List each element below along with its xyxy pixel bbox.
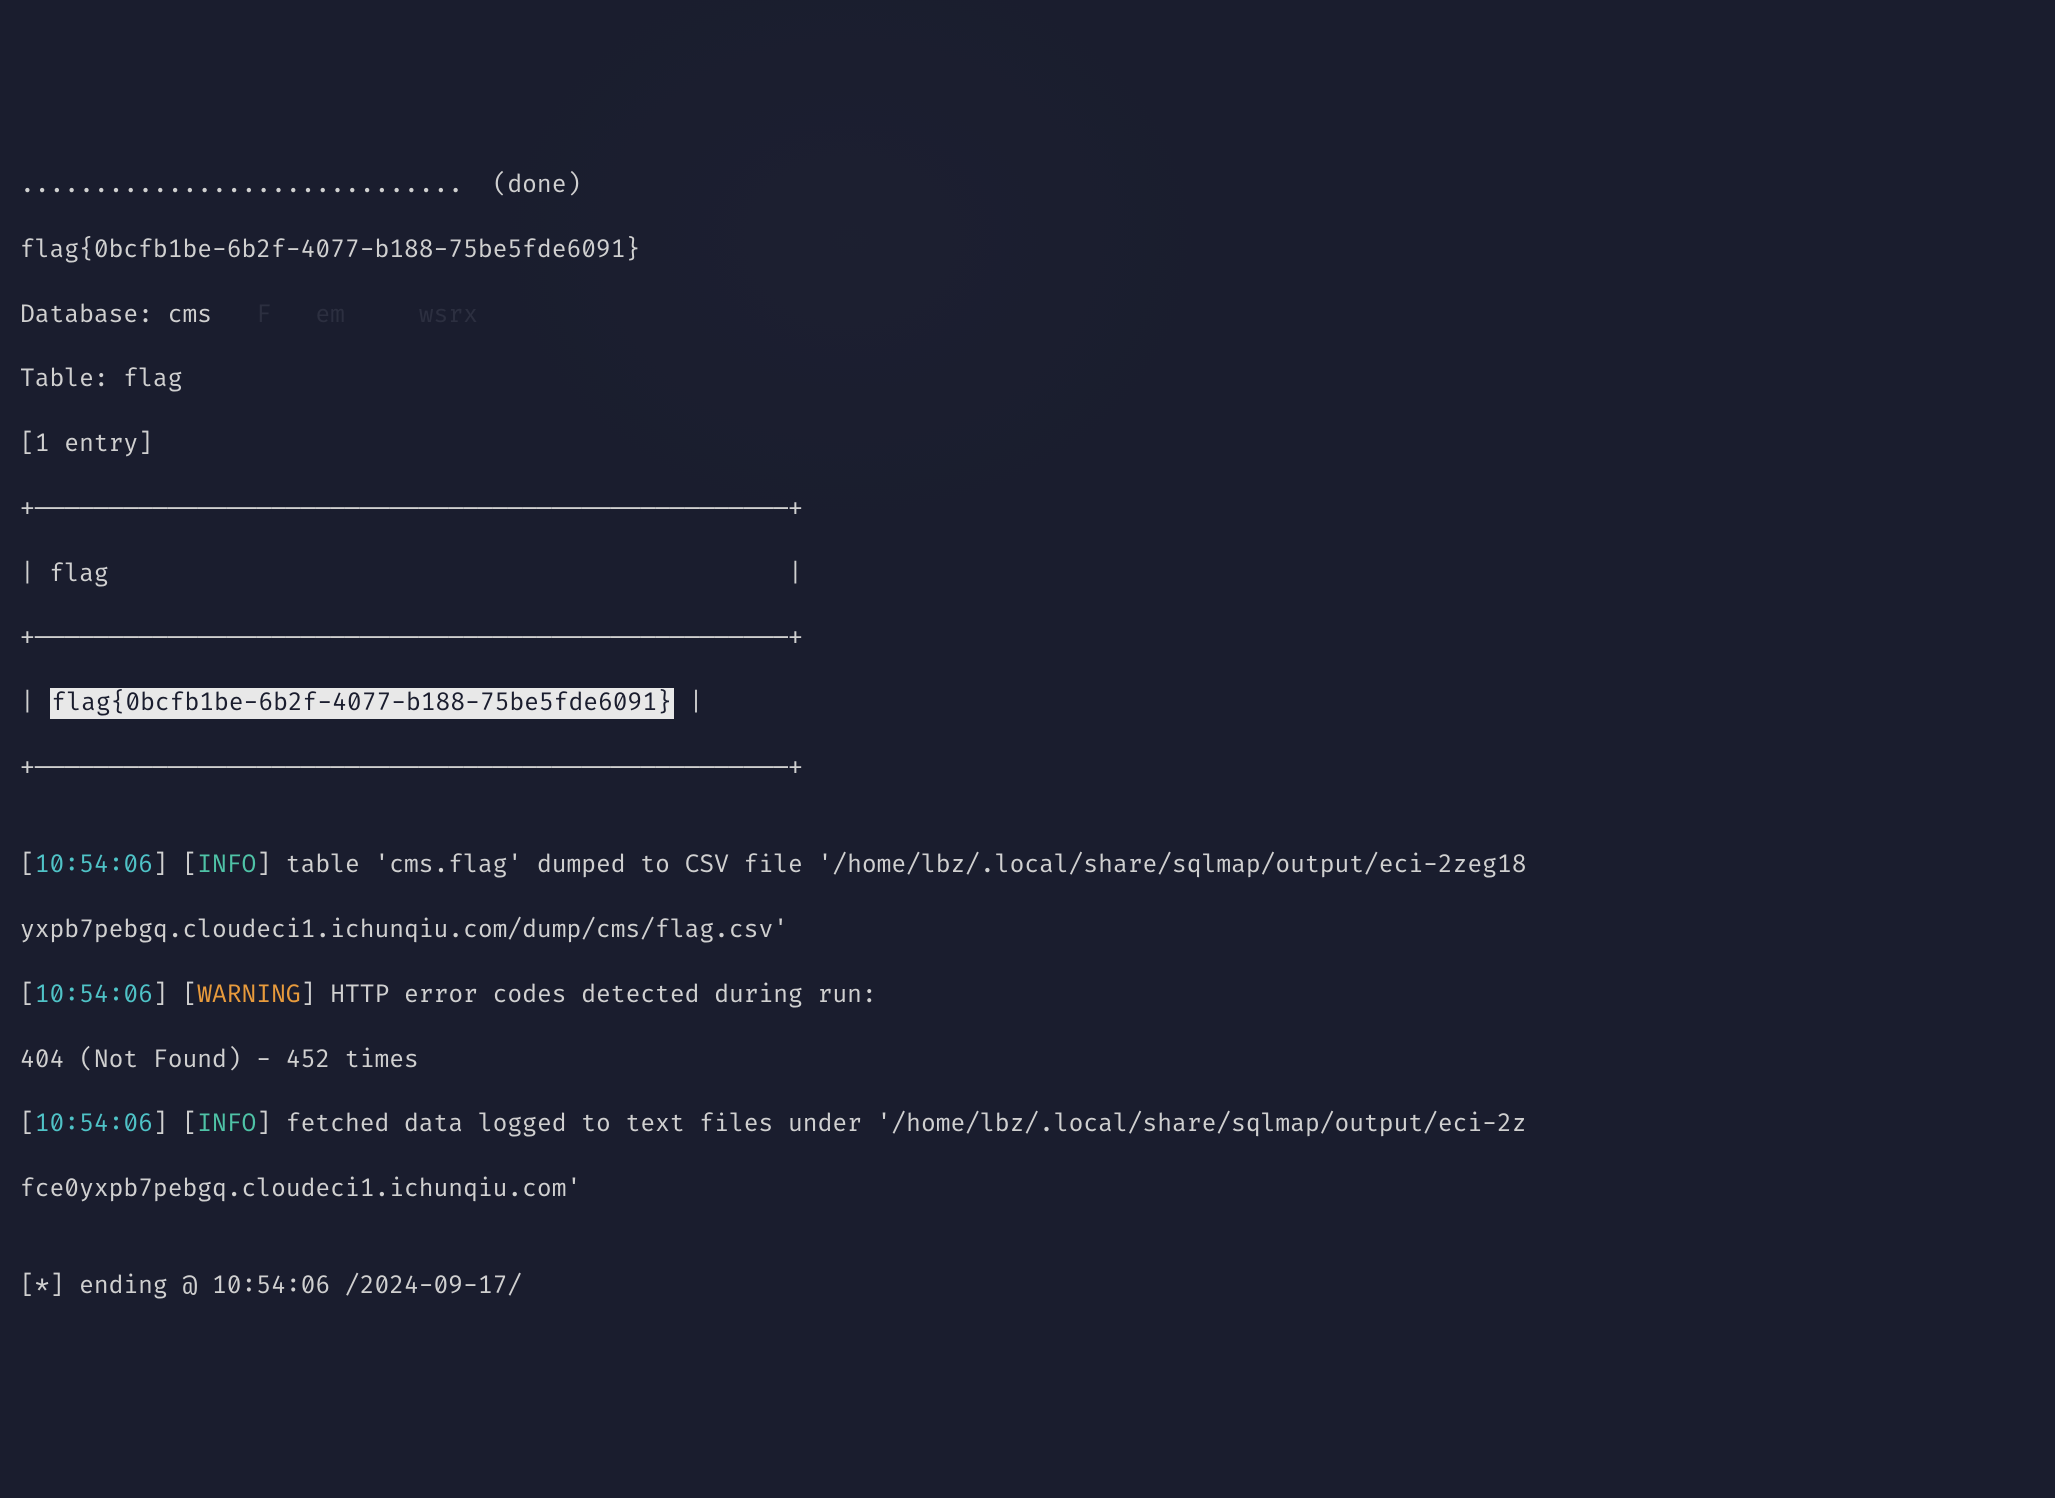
timestamp-3: 10:54:06 [35, 1110, 153, 1139]
table-border-bot: +———————————————————————————————————————… [20, 753, 2035, 785]
entry-count-line: [1 entry] [20, 429, 2035, 461]
ghost-text-2: wsrx [419, 301, 478, 330]
warning-tag: WARNING [197, 981, 300, 1010]
info-log-cont: fce0yxpb7pebgq.cloudeci1.ichunqiu.com' [20, 1174, 2035, 1206]
info-log-text: fetched data logged to text files under … [271, 1110, 1526, 1139]
ghost-text-1: F em [256, 301, 345, 330]
info-dump-text: table 'cms.flag' dumped to CSV file '/ho… [271, 851, 1526, 880]
table-border-top: +———————————————————————————————————————… [20, 494, 2035, 526]
table-border-mid: +———————————————————————————————————————… [20, 623, 2035, 655]
info-tag-1: INFO [197, 851, 256, 880]
terminal-output[interactable]: .............................. (done) fl… [20, 138, 2035, 1336]
table-data-row: | flag{0bcfb1be-6b2f-4077-b188-75be5fde6… [20, 688, 2035, 720]
error-404-line: 404 (Not Found) - 452 times [20, 1045, 2035, 1077]
timestamp-2: 10:54:06 [35, 981, 153, 1010]
highlighted-flag[interactable]: flag{0bcfb1be-6b2f-4077-b188-75be5fde609… [50, 688, 674, 719]
warning-line: [10:54:06] [WARNING] HTTP error codes de… [20, 980, 2035, 1012]
table-header-row: | flag | [20, 559, 2035, 591]
info-dump-line: [10:54:06] [INFO] table 'cms.flag' dumpe… [20, 850, 2035, 882]
progress-dots-line: .............................. (done) [20, 170, 2035, 202]
table-name-line: Table: flag [20, 364, 2035, 396]
ending-line: [*] ending @ 10:54:06 /2024-09-17/ [20, 1271, 2035, 1303]
flag-line: flag{0bcfb1be-6b2f-4077-b188-75be5fde609… [20, 235, 2035, 267]
database-line: Database: cms F em wsrx [20, 300, 2035, 332]
warning-text: HTTP error codes detected during run: [315, 981, 876, 1010]
info-log-line: [10:54:06] [INFO] fetched data logged to… [20, 1109, 2035, 1141]
info-dump-cont: yxpb7pebgq.cloudeci1.ichunqiu.com/dump/c… [20, 915, 2035, 947]
timestamp-1: 10:54:06 [35, 851, 153, 880]
info-tag-2: INFO [197, 1110, 256, 1139]
flag-value: flag{0bcfb1be-6b2f-4077-b188-75be5fde609… [20, 236, 640, 265]
